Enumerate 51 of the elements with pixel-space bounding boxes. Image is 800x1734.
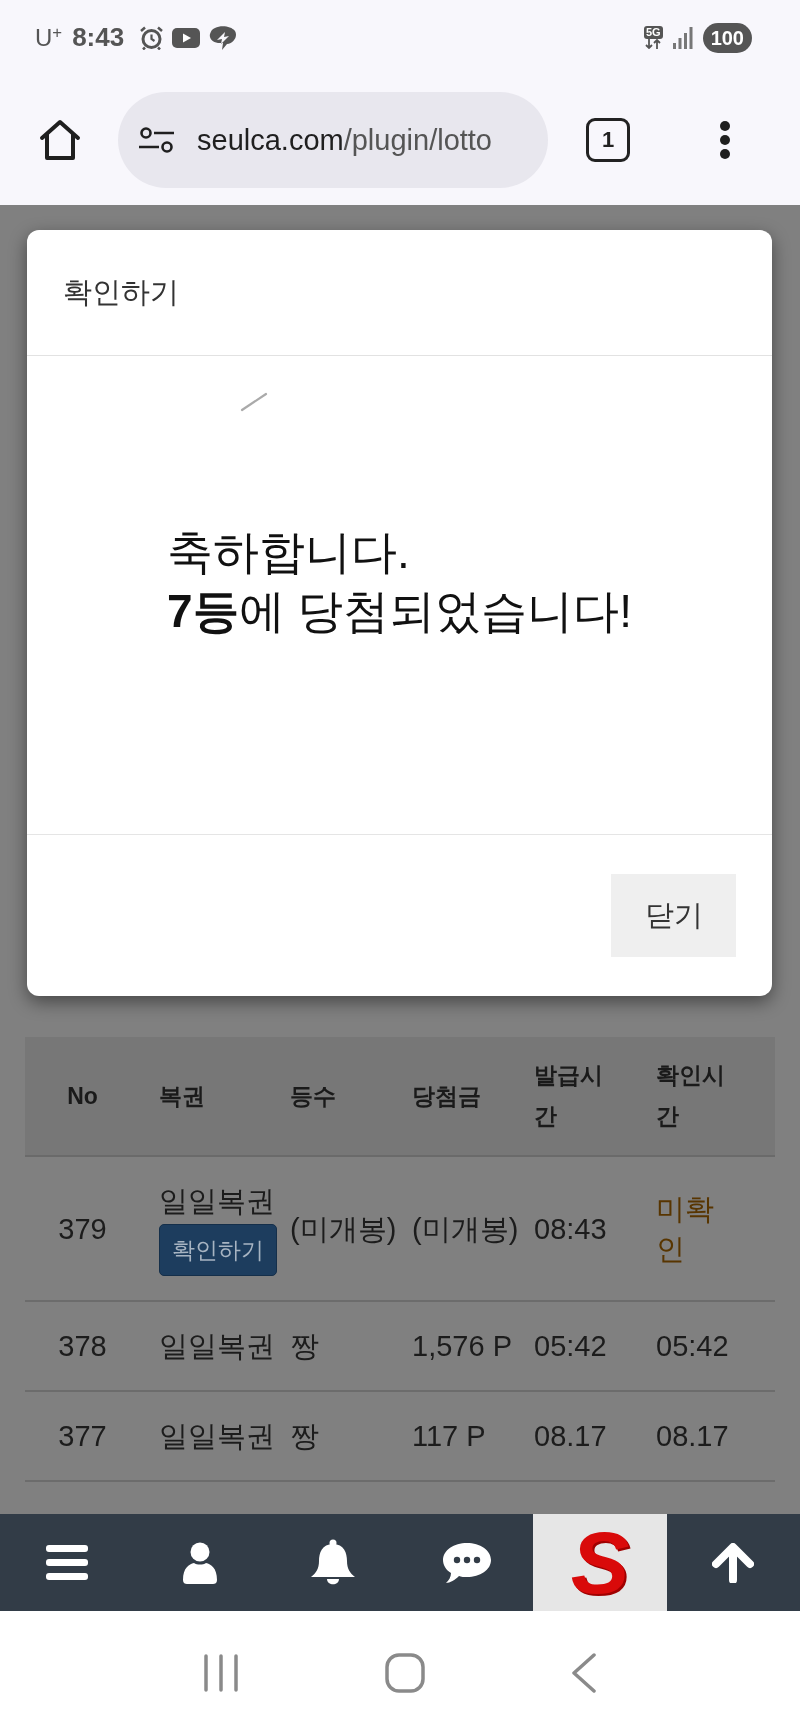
play-button-icon bbox=[172, 27, 201, 48]
home-icon[interactable] bbox=[38, 118, 82, 162]
menu-icon[interactable] bbox=[45, 1544, 88, 1581]
column-header: 복권 bbox=[158, 1081, 206, 1111]
table-cell-text: 일일복권 bbox=[159, 1419, 275, 1454]
table-cell-text: 379 bbox=[58, 1211, 107, 1247]
column-header: No bbox=[67, 1081, 98, 1111]
tab-switcher-button[interactable]: 1 bbox=[586, 118, 630, 162]
signal-icon bbox=[672, 26, 693, 49]
column-header: 등수 bbox=[290, 1081, 337, 1111]
table-cell-text: 377 bbox=[58, 1419, 107, 1454]
table-cell-text: 08:43 bbox=[533, 1211, 608, 1247]
table-cell-text: 08.17 bbox=[655, 1419, 730, 1454]
table-cell-text: (미개봉) bbox=[290, 1211, 398, 1247]
data-arrows-icon bbox=[645, 39, 662, 49]
table-cell-text: 08.17 bbox=[533, 1419, 608, 1454]
column-header: 당첨금 bbox=[411, 1081, 482, 1111]
chat-icon[interactable] bbox=[441, 1541, 492, 1584]
network-type-label: 5G bbox=[643, 26, 663, 39]
table-cell-text: 짱 bbox=[290, 1419, 320, 1454]
table-cell-text: (미개봉) bbox=[411, 1211, 520, 1247]
table-cell-text: 378 bbox=[58, 1329, 107, 1364]
table-cell-text: 미확인 bbox=[655, 1191, 715, 1267]
scroll-to-top-icon[interactable] bbox=[712, 1542, 755, 1583]
address-bar[interactable]: seulca.com/plugin/lotto bbox=[118, 92, 548, 188]
site-logo-button[interactable]: S bbox=[533, 1514, 667, 1611]
bell-icon[interactable] bbox=[310, 1538, 357, 1587]
recent-apps-icon[interactable] bbox=[203, 1653, 239, 1692]
congratulations-message: 축하합니다. 7등에 당첨되었습니다! bbox=[166, 525, 633, 639]
alarm-clock-icon bbox=[140, 25, 164, 50]
table-cell-text: 짱 bbox=[290, 1329, 320, 1364]
table-cell-text: 117 P bbox=[411, 1419, 487, 1454]
table-cell-text: 일일복권 bbox=[159, 1184, 275, 1219]
more-options-icon[interactable] bbox=[718, 120, 732, 160]
table-cell-text: 05:42 bbox=[533, 1329, 608, 1364]
column-header: 확인시간 bbox=[655, 1061, 726, 1131]
table-cell-text: 05:42 bbox=[655, 1329, 730, 1364]
bubble-icon bbox=[209, 25, 238, 50]
battery-level: 100 bbox=[702, 22, 752, 53]
carrier-label: U$^{+}$ bbox=[35, 22, 63, 53]
site-settings-icon[interactable] bbox=[138, 127, 175, 153]
column-header: 발급시간 bbox=[533, 1061, 604, 1131]
user-icon[interactable] bbox=[183, 1541, 217, 1584]
check-button[interactable]: 확인하기 bbox=[159, 1224, 277, 1276]
modal-title: 확인하기 bbox=[63, 274, 179, 310]
slash-icon bbox=[240, 392, 268, 412]
close-button[interactable]: 닫기 bbox=[611, 874, 736, 957]
clock-time: 8:43 bbox=[72, 22, 125, 53]
back-icon[interactable] bbox=[571, 1652, 597, 1693]
table-cell-text: 1,576 P bbox=[411, 1329, 513, 1364]
table-cell-text: 일일복권 bbox=[159, 1329, 275, 1364]
